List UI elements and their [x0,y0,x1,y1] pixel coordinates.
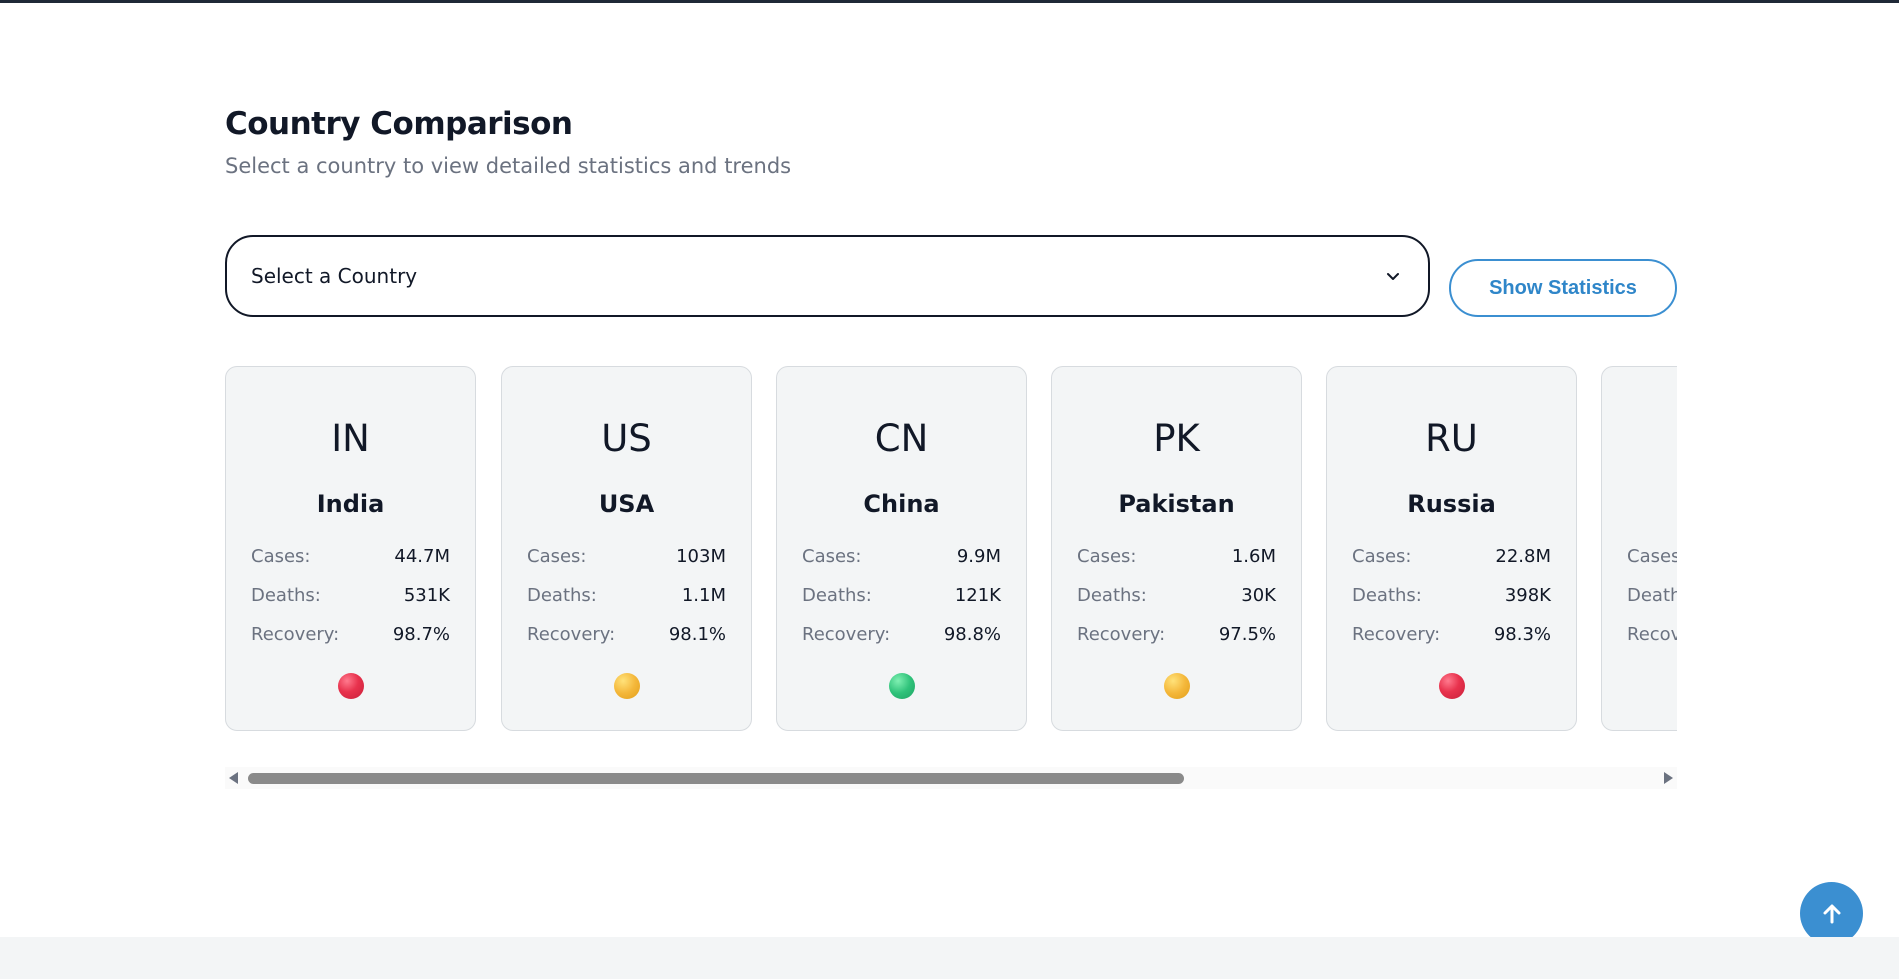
recovery-row: Recovery: [1627,621,1677,647]
deaths-label: Deaths: [251,584,321,606]
recovery-row: Recovery: 97.5% [1077,621,1276,647]
status-indicator-red [338,673,364,699]
cases-label: Cases: [1627,545,1677,567]
recovery-label: Recovery: [251,623,340,645]
deaths-value: 531K [403,584,450,606]
deaths-row: Deaths: 121K [802,582,1001,608]
top-border [0,0,1899,3]
deaths-row: Deaths: [1627,582,1677,608]
country-select-label: Select a Country [251,264,418,288]
recovery-value: 98.8% [943,623,1001,645]
deaths-row: Deaths: 1.1M [527,582,726,608]
status-indicator-green [889,673,915,699]
country-cards-scroller[interactable]: IN India Cases: 44.7M Deaths: 531K Recov… [225,366,1677,732]
section-title: Country Comparison [225,106,573,142]
scroll-right-arrow-icon[interactable] [1664,772,1673,784]
recovery-row: Recovery: 98.3% [1352,621,1551,647]
country-name: India [316,490,385,518]
cases-row: Cases: 44.7M [251,543,450,569]
country-card-partial[interactable]: Cases: Deaths: Recovery: [1601,366,1677,731]
recovery-row: Recovery: 98.7% [251,621,450,647]
cases-row: Cases: 22.8M [1352,543,1551,569]
cases-label: Cases: [1077,545,1137,567]
recovery-value: 98.1% [668,623,726,645]
country-card-russia[interactable]: RU Russia Cases: 22.8M Deaths: 398K Reco… [1326,366,1577,731]
cases-value: 9.9M [956,545,1001,567]
cases-row: Cases: [1627,543,1677,569]
recovery-label: Recovery: [802,623,891,645]
cases-value: 22.8M [1495,545,1551,567]
recovery-value: 97.5% [1218,623,1276,645]
cases-row: Cases: 103M [527,543,726,569]
deaths-row: Deaths: 398K [1352,582,1551,608]
deaths-row: Deaths: 531K [251,582,450,608]
deaths-value: 398K [1504,584,1551,606]
arrow-up-icon [1823,904,1840,923]
cases-value: 103M [676,545,726,567]
deaths-value: 1.1M [681,584,726,606]
recovery-label: Recovery: [1077,623,1166,645]
deaths-label: Deaths: [1077,584,1147,606]
deaths-label: Deaths: [1627,584,1677,606]
scrollbar-thumb[interactable] [248,773,1184,784]
country-select[interactable]: Select a Country [225,235,1430,317]
country-name: USA [598,490,655,518]
country-card-india[interactable]: IN India Cases: 44.7M Deaths: 531K Recov… [225,366,476,731]
cases-label: Cases: [251,545,311,567]
cases-value: 44.7M [394,545,450,567]
deaths-value: 121K [954,584,1001,606]
status-indicator-yellow [614,673,640,699]
back-to-top-button[interactable] [1800,882,1863,945]
deaths-row: Deaths: 30K [1077,582,1276,608]
recovery-row: Recovery: 98.8% [802,621,1001,647]
scroll-left-arrow-icon[interactable] [229,772,238,784]
section-subtitle: Select a country to view detailed statis… [225,154,792,178]
country-card-china[interactable]: CN China Cases: 9.9M Deaths: 121K Recove… [776,366,1027,731]
country-name: Russia [1407,490,1496,518]
country-code: CN [874,417,929,460]
cases-row: Cases: 1.6M [1077,543,1276,569]
country-code: US [601,417,652,460]
cases-label: Cases: [802,545,862,567]
country-code: RU [1425,417,1478,460]
country-code: IN [331,417,370,460]
recovery-value: 98.3% [1493,623,1551,645]
cases-row: Cases: 9.9M [802,543,1001,569]
horizontal-scrollbar[interactable] [225,767,1677,789]
country-name: Pakistan [1118,490,1235,518]
chevron-down-icon [1382,265,1404,287]
cases-value: 1.6M [1231,545,1276,567]
country-card-usa[interactable]: US USA Cases: 103M Deaths: 1.1M Recovery… [501,366,752,731]
deaths-value: 30K [1241,584,1276,606]
recovery-label: Recovery: [1352,623,1441,645]
recovery-label: Recovery: [527,623,616,645]
footer-strip [0,937,1899,979]
recovery-value: 98.7% [392,623,450,645]
status-indicator-red [1439,673,1465,699]
country-name: China [863,490,940,518]
status-indicator-yellow [1164,673,1190,699]
recovery-label: Recovery: [1627,623,1677,645]
deaths-label: Deaths: [1352,584,1422,606]
show-statistics-button[interactable]: Show Statistics [1449,259,1677,317]
recovery-row: Recovery: 98.1% [527,621,726,647]
country-code: PK [1153,417,1200,460]
deaths-label: Deaths: [802,584,872,606]
cases-label: Cases: [1352,545,1412,567]
cases-label: Cases: [527,545,587,567]
country-card-pakistan[interactable]: PK Pakistan Cases: 1.6M Deaths: 30K Reco… [1051,366,1302,731]
deaths-label: Deaths: [527,584,597,606]
